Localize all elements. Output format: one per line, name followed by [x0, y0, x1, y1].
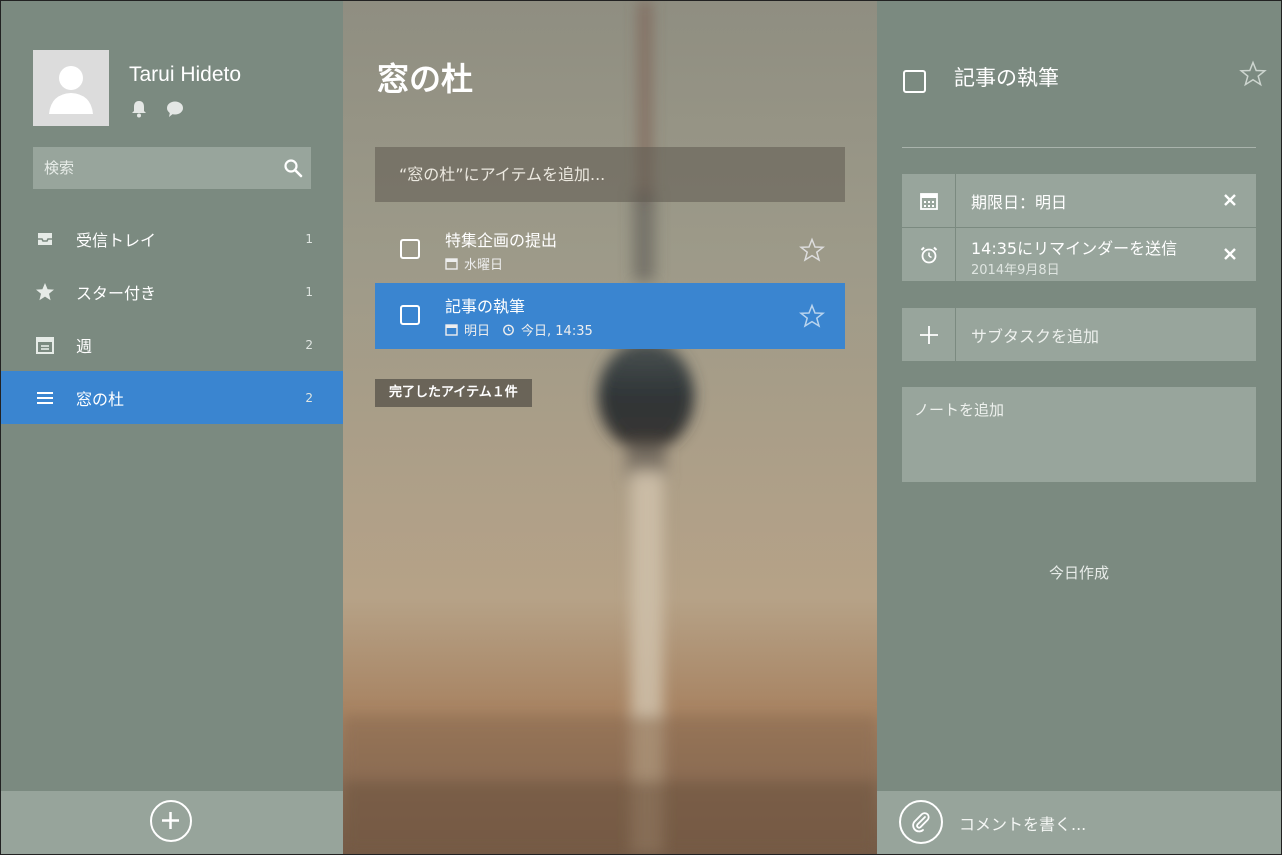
user-silhouette-icon [33, 50, 109, 126]
sidebar-item-label: スター付き [76, 283, 157, 303]
star-outline-icon[interactable] [799, 237, 825, 263]
reminder-date: 2014年9月8日 [971, 263, 1060, 278]
plus-icon-cell [902, 308, 956, 361]
user-name[interactable]: Tarui Hideto [129, 63, 241, 87]
sidebar: Tarui Hideto 受信 [1, 1, 343, 854]
divider [902, 147, 1256, 148]
sidebar-footer [1, 791, 343, 854]
task-title: 記事の執筆 [445, 297, 526, 316]
sidebar-item-label: 週 [76, 336, 93, 356]
add-subtask-box: サブタスクを追加 [902, 308, 1256, 361]
plus-icon [919, 325, 938, 344]
add-subtask-input[interactable]: サブタスクを追加 [971, 323, 1099, 347]
task-due-date: 水曜日 [464, 258, 504, 273]
sidebar-item-week[interactable]: 週 2 [1, 318, 343, 371]
star-outline-icon[interactable] [1239, 60, 1267, 88]
sidebar-item-count: 1 [305, 284, 313, 299]
task-list-panel: 窓の杜 特集企画の提出 水曜日 [343, 1, 877, 854]
detail-title[interactable]: 記事の執筆 [954, 62, 1059, 92]
plus-icon [162, 812, 179, 829]
reminder-label: 14:35にリマインダーを送信 [971, 239, 1178, 258]
calendar-icon [36, 336, 54, 354]
task-due-date: 明日 [464, 324, 491, 339]
sidebar-nav: 受信トレイ 1 スター付き 1 週 2 窓の杜 2 [1, 212, 343, 424]
sidebar-item-label: 窓の杜 [76, 389, 125, 409]
task-checkbox[interactable] [400, 239, 420, 259]
star-outline-icon[interactable] [799, 303, 825, 329]
created-date: 今日作成 [1048, 564, 1109, 582]
sidebar-item-label: 受信トレイ [76, 230, 157, 250]
sidebar-item-starred[interactable]: スター付き 1 [1, 265, 343, 318]
task-meta: 明日 今日, 14:35 [445, 320, 593, 339]
star-icon [36, 282, 54, 300]
add-list-button[interactable] [150, 800, 192, 842]
close-icon[interactable] [1222, 192, 1238, 208]
search-input[interactable] [33, 147, 273, 189]
inbox-icon [38, 232, 52, 245]
calendar-icon [445, 324, 458, 336]
note-input[interactable] [902, 387, 1256, 482]
due-icon-cell [902, 174, 956, 227]
comment-box [957, 805, 1261, 843]
due-date-label: 期限日：明日 [971, 193, 1068, 212]
due-date-row[interactable]: 期限日：明日 [902, 174, 1256, 227]
task-detail-panel: 記事の執筆 期限日：明日 14:35にリマインダーを送信 2014年9月8日 サ… [877, 1, 1281, 854]
paperclip-icon [912, 812, 930, 833]
task-reminder: 今日, 14:35 [521, 324, 593, 339]
reminder-row[interactable]: 14:35にリマインダーを送信 2014年9月8日 [902, 227, 1256, 281]
bell-icon[interactable] [129, 99, 149, 119]
reminder-icon-cell [902, 228, 956, 281]
background-tower-image [343, 1, 877, 854]
alarm-clock-icon [920, 246, 937, 263]
chat-bubble-icon[interactable] [165, 99, 185, 119]
sidebar-item-inbox[interactable]: 受信トレイ 1 [1, 212, 343, 265]
avatar[interactable] [33, 50, 109, 126]
task-checkbox[interactable] [400, 305, 420, 325]
app-window: Tarui Hideto 受信 [0, 0, 1282, 855]
alarm-clock-icon [503, 324, 514, 336]
add-item-input[interactable] [375, 147, 845, 202]
due-reminder-box: 期限日：明日 14:35にリマインダーを送信 2014年9月8日 [902, 174, 1256, 281]
task-title: 特集企画の提出 [445, 231, 558, 250]
attach-file-button[interactable] [899, 800, 943, 844]
note-box [902, 387, 1256, 482]
task-list: 特集企画の提出 水曜日 記事の執筆 明日 今日, 14:35 [375, 217, 845, 349]
add-item-bar [375, 147, 845, 202]
calendar-icon [919, 192, 938, 210]
calendar-icon [445, 258, 458, 270]
detail-checkbox[interactable] [903, 70, 926, 93]
task-row-selected[interactable]: 記事の執筆 明日 今日, 14:35 [375, 283, 845, 349]
comment-input[interactable] [957, 805, 1261, 843]
sidebar-item-count: 1 [305, 231, 313, 246]
sidebar-item-count: 2 [305, 337, 313, 352]
task-row[interactable]: 特集企画の提出 水曜日 [375, 217, 845, 283]
list-icon [37, 391, 53, 404]
completed-items-toggle[interactable]: 完了したアイテム１件 [375, 379, 532, 407]
sidebar-item-madonomori[interactable]: 窓の杜 2 [1, 371, 343, 424]
close-icon[interactable] [1222, 246, 1238, 262]
add-subtask-row[interactable]: サブタスクを追加 [902, 308, 1256, 361]
user-actions [129, 99, 185, 119]
sidebar-item-count: 2 [305, 390, 313, 405]
search-box [33, 147, 311, 189]
search-icon[interactable] [283, 158, 303, 178]
list-title: 窓の杜 [377, 60, 474, 98]
detail-footer [877, 791, 1281, 854]
task-meta: 水曜日 [445, 254, 503, 273]
